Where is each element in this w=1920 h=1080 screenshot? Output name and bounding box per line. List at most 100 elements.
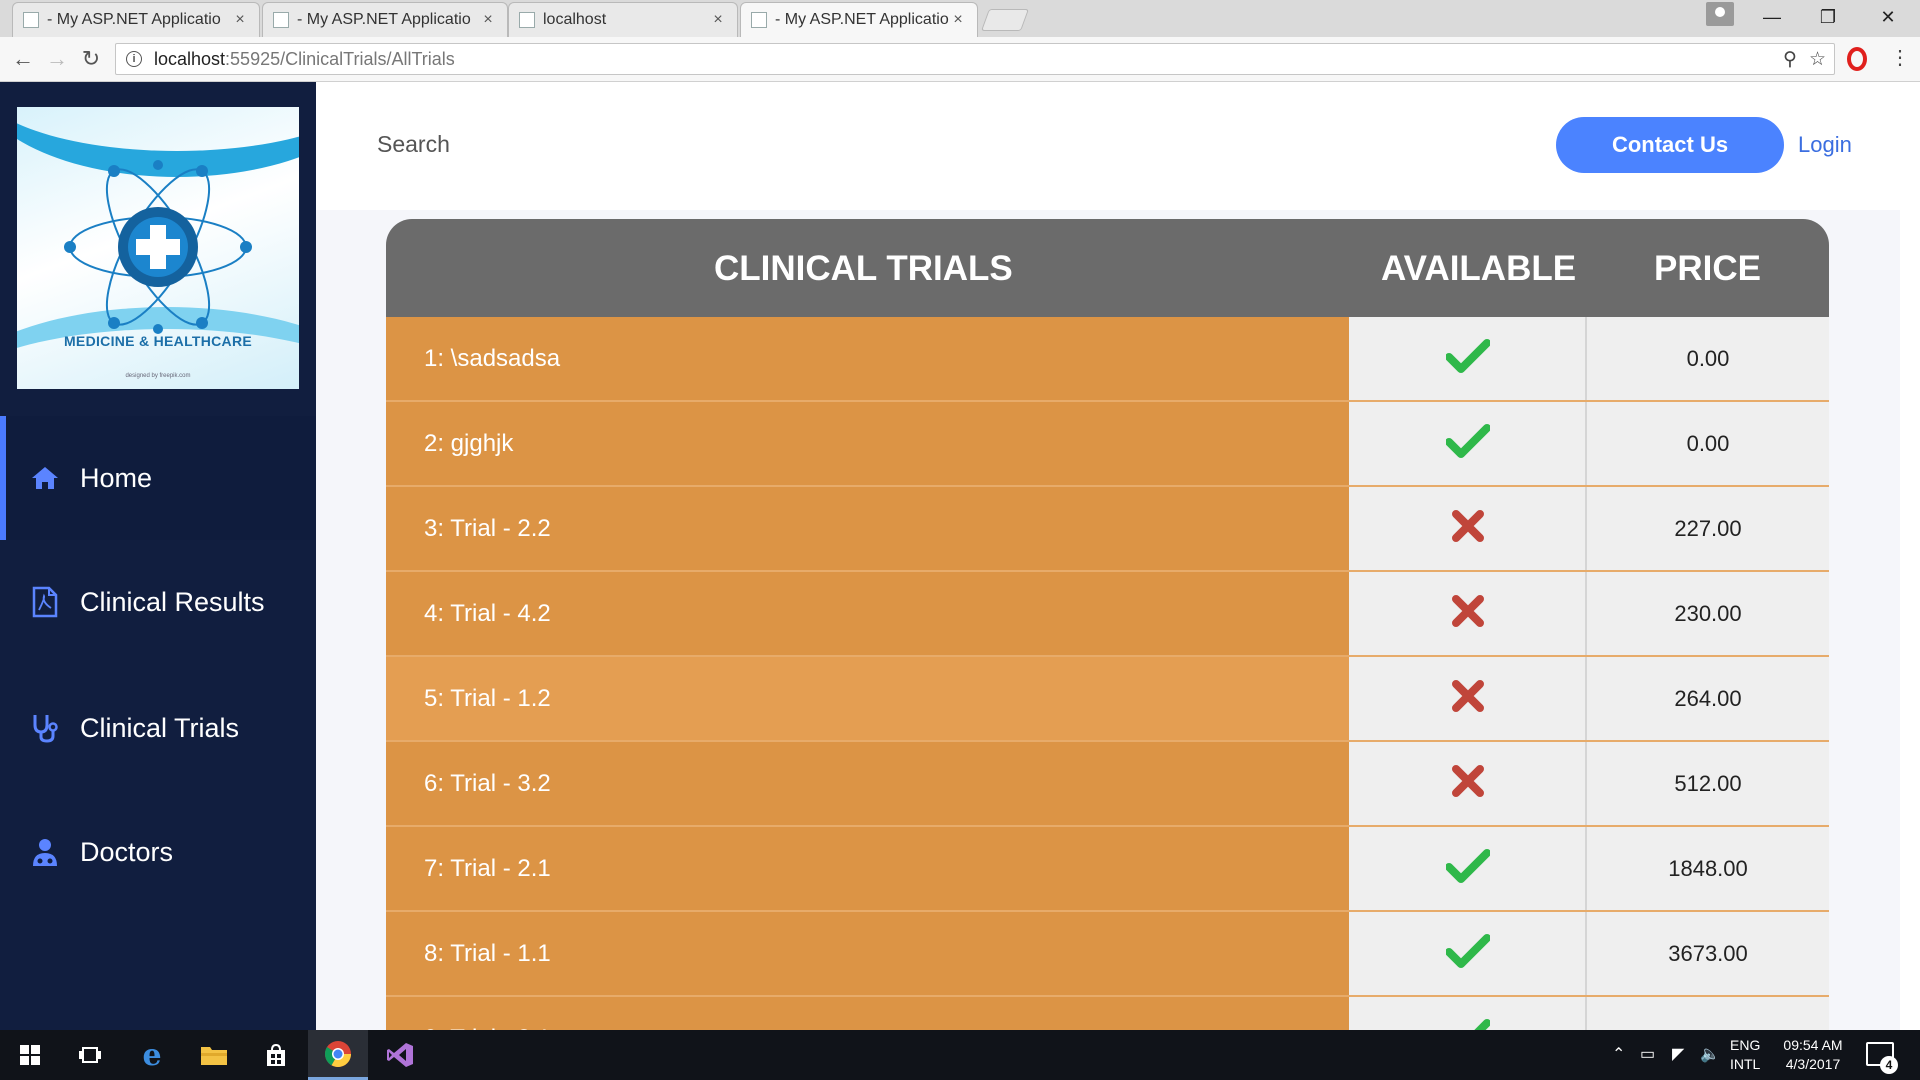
trial-price: 1848.00 — [1668, 855, 1748, 881]
tab-close-icon[interactable]: × — [949, 11, 967, 29]
chrome-icon[interactable] — [308, 1030, 368, 1080]
sidebar-item-home[interactable]: Home — [0, 416, 316, 540]
table-row[interactable]: 7: Trial - 2.1 1848.00 — [386, 827, 1829, 912]
new-tab-button[interactable] — [980, 9, 1030, 31]
availability-cell — [1349, 827, 1586, 910]
language-code: ENG — [1730, 1037, 1761, 1053]
column-header-clinical-trials: CLINICAL TRIALS — [714, 249, 1013, 288]
cross-icon — [1451, 764, 1485, 803]
tab-close-icon[interactable]: × — [479, 11, 497, 29]
trial-name-cell[interactable]: 5: Trial - 1.2 — [386, 657, 1349, 740]
pdf-file-icon — [28, 585, 62, 619]
visual-studio-icon[interactable] — [370, 1030, 430, 1080]
sidebar-item-clinical-results[interactable]: Clinical Results — [0, 540, 316, 664]
trial-name-cell[interactable]: 1: \sadsadsa — [386, 317, 1349, 400]
browser-tab-strip: - My ASP.NET Applicatio × - My ASP.NET A… — [0, 0, 1920, 37]
medicine-healthcare-logo: MEDICINE & HEALTHCARE designed by freepi… — [17, 107, 299, 389]
table-row[interactable]: 6: Trial - 3.2 512.00 — [386, 742, 1829, 827]
contact-us-button[interactable]: Contact Us — [1556, 117, 1784, 173]
price-cell — [1587, 997, 1829, 1030]
keyboard-layout: INTL — [1730, 1056, 1761, 1072]
browser-tab[interactable]: - My ASP.NET Applicatio × — [12, 2, 260, 37]
tab-title: - My ASP.NET Applicatio — [775, 11, 949, 28]
windows-store-icon[interactable] — [246, 1030, 306, 1080]
tab-title: localhost — [543, 11, 607, 28]
file-explorer-icon[interactable] — [184, 1030, 244, 1080]
price-cell: 0.00 — [1587, 317, 1829, 400]
wifi-icon[interactable]: ◤ — [1672, 1044, 1684, 1064]
page-favicon-icon — [519, 12, 535, 28]
bookmark-star-icon[interactable]: ☆ — [1809, 48, 1826, 71]
windows-taskbar: e ⌃ ▭ ◤ 🔈 ENG INTL 09:54 AM 4/3/2017 4 — [0, 1030, 1920, 1080]
volume-icon[interactable]: 🔈 — [1700, 1044, 1720, 1064]
tab-title: - My ASP.NET Applicatio — [297, 11, 471, 28]
trial-name-cell[interactable]: 8: Trial - 1.1 — [386, 912, 1349, 995]
page-favicon-icon — [23, 12, 39, 28]
search-link[interactable]: Search — [377, 131, 450, 158]
tray-expand-icon[interactable]: ⌃ — [1612, 1044, 1625, 1064]
login-link[interactable]: Login — [1798, 132, 1852, 158]
doctor-icon — [28, 835, 62, 869]
restore-icon[interactable]: ❐ — [1803, 0, 1853, 34]
tab-close-icon[interactable]: × — [231, 11, 249, 29]
sidebar-item-doctors[interactable]: Doctors — [0, 790, 316, 914]
address-bar[interactable]: i localhost:55925/ClinicalTrials/AllTria… — [115, 43, 1835, 75]
trial-name-cell[interactable]: 7: Trial - 2.1 — [386, 827, 1349, 910]
edge-browser-icon[interactable]: e — [122, 1030, 182, 1080]
profile-icon[interactable] — [1706, 2, 1734, 26]
site-info-icon[interactable]: i — [126, 51, 142, 67]
stethoscope-icon — [28, 711, 62, 745]
windows-start-icon[interactable] — [0, 1030, 60, 1080]
sidebar-item-label: Clinical Results — [80, 586, 265, 617]
task-view-icon[interactable] — [60, 1030, 120, 1080]
sidebar-item-label: Clinical Trials — [80, 712, 240, 743]
system-clock[interactable]: 09:54 AM 4/3/2017 — [1776, 1036, 1850, 1074]
check-icon — [1446, 1019, 1491, 1030]
forward-arrow-icon[interactable]: → — [42, 45, 72, 73]
trial-name: 8: Trial - 1.1 — [424, 939, 551, 967]
table-row[interactable]: 9: Trial - 3.1 — [386, 997, 1829, 1030]
availability-cell — [1349, 912, 1586, 995]
table-row[interactable]: 3: Trial - 2.2 227.00 — [386, 487, 1829, 572]
table-row[interactable]: 1: \sadsadsa 0.00 — [386, 317, 1829, 402]
price-cell: 512.00 — [1587, 742, 1829, 825]
input-language[interactable]: ENG INTL — [1730, 1036, 1760, 1074]
trial-name-cell[interactable]: 4: Trial - 4.2 — [386, 572, 1349, 655]
browser-tab[interactable]: localhost × — [508, 2, 738, 37]
table-row[interactable]: 8: Trial - 1.1 3673.00 — [386, 912, 1829, 997]
availability-cell — [1349, 402, 1586, 485]
trial-name-cell[interactable]: 2: gjghjk — [386, 402, 1349, 485]
url-path: :55925/ClinicalTrials/AllTrials — [225, 48, 455, 69]
minimize-icon[interactable]: — — [1747, 0, 1797, 34]
browser-tab[interactable]: - My ASP.NET Applicatio × — [262, 2, 508, 37]
reload-icon[interactable]: ↻ — [76, 45, 106, 73]
trial-name-cell[interactable]: 6: Trial - 3.2 — [386, 742, 1349, 825]
trial-name-cell[interactable]: 9: Trial - 3.1 — [386, 997, 1349, 1030]
table-row[interactable]: 4: Trial - 4.2 230.00 — [386, 572, 1829, 657]
cross-icon — [1451, 679, 1485, 718]
column-header-available: AVAILABLE — [1381, 249, 1577, 288]
battery-icon[interactable]: ▭ — [1640, 1044, 1655, 1064]
window-close-icon[interactable]: ✕ — [1863, 0, 1913, 34]
zoom-icon[interactable]: ⚲ — [1783, 48, 1797, 71]
trial-name-cell[interactable]: 3: Trial - 2.2 — [386, 487, 1349, 570]
browser-tab-active[interactable]: - My ASP.NET Applicatio × — [740, 2, 978, 37]
trial-name: 2: gjghjk — [424, 429, 514, 457]
home-icon — [28, 461, 62, 495]
opera-extension-icon[interactable] — [1847, 47, 1867, 71]
back-arrow-icon[interactable]: ← — [8, 45, 38, 73]
trial-name: 3: Trial - 2.2 — [424, 514, 551, 542]
trial-price: 0.00 — [1686, 345, 1730, 371]
table-row[interactable]: 2: gjghjk 0.00 — [386, 402, 1829, 487]
trial-name: 5: Trial - 1.2 — [424, 684, 551, 712]
page-favicon-icon — [273, 12, 289, 28]
column-header-price: PRICE — [1654, 249, 1761, 288]
availability-cell — [1349, 317, 1586, 400]
table-row[interactable]: 5: Trial - 1.2 264.00 — [386, 657, 1829, 742]
browser-menu-icon[interactable]: ⋮ — [1890, 45, 1910, 70]
trial-price: 230.00 — [1674, 600, 1742, 626]
logo-credit: designed by freepik.com — [125, 373, 191, 379]
clock-date: 4/3/2017 — [1785, 1056, 1841, 1072]
sidebar-item-clinical-trials[interactable]: Clinical Trials — [0, 666, 316, 790]
tab-close-icon[interactable]: × — [709, 11, 727, 29]
